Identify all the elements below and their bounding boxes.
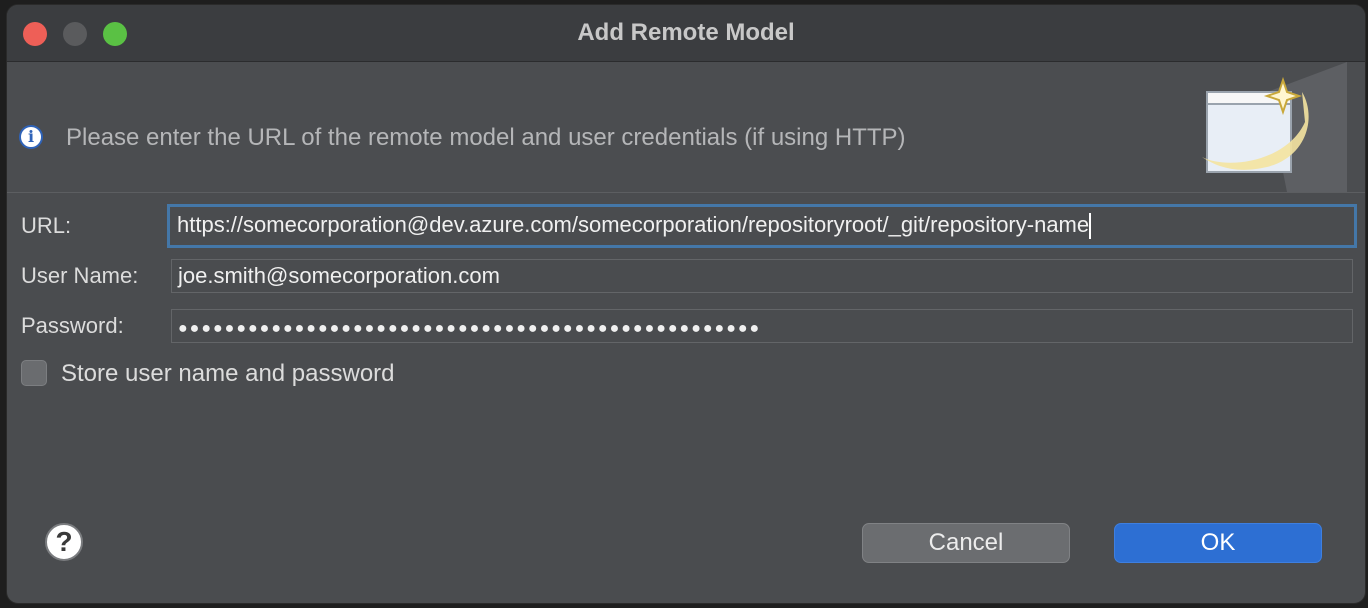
dialog-title: Add Remote Model [577, 19, 795, 46]
url-input[interactable]: https://somecorporation@dev.azure.com/so… [167, 204, 1357, 248]
password-input[interactable]: ●●●●●●●●●●●●●●●●●●●●●●●●●●●●●●●●●●●●●●●●… [171, 309, 1353, 343]
dialog-banner: i Please enter the URL of the remote mod… [7, 62, 1365, 193]
url-label: URL: [21, 213, 72, 238]
password-value: ●●●●●●●●●●●●●●●●●●●●●●●●●●●●●●●●●●●●●●●●… [178, 320, 762, 337]
username-value: joe.smith@somecorporation.com [178, 263, 500, 288]
username-input[interactable]: joe.smith@somecorporation.com [171, 259, 1353, 293]
dialog-window: Add Remote Model i Please enter the URL … [6, 4, 1366, 604]
password-label: Password: [21, 313, 124, 338]
username-label: User Name: [21, 263, 139, 288]
store-credentials-checkbox[interactable] [21, 360, 47, 386]
url-value: https://somecorporation@dev.azure.com/so… [177, 212, 1090, 237]
title-bar[interactable]: Add Remote Model [7, 5, 1365, 62]
store-credentials-label[interactable]: Store user name and password [61, 360, 395, 388]
wizard-banner-icon [1202, 62, 1347, 192]
info-icon: i [19, 125, 43, 149]
cancel-button[interactable]: Cancel [862, 523, 1070, 563]
banner-message: Please enter the URL of the remote model… [66, 124, 906, 151]
ok-button[interactable]: OK [1114, 523, 1322, 563]
help-button[interactable]: ? [45, 523, 83, 561]
text-cursor [1089, 213, 1092, 240]
